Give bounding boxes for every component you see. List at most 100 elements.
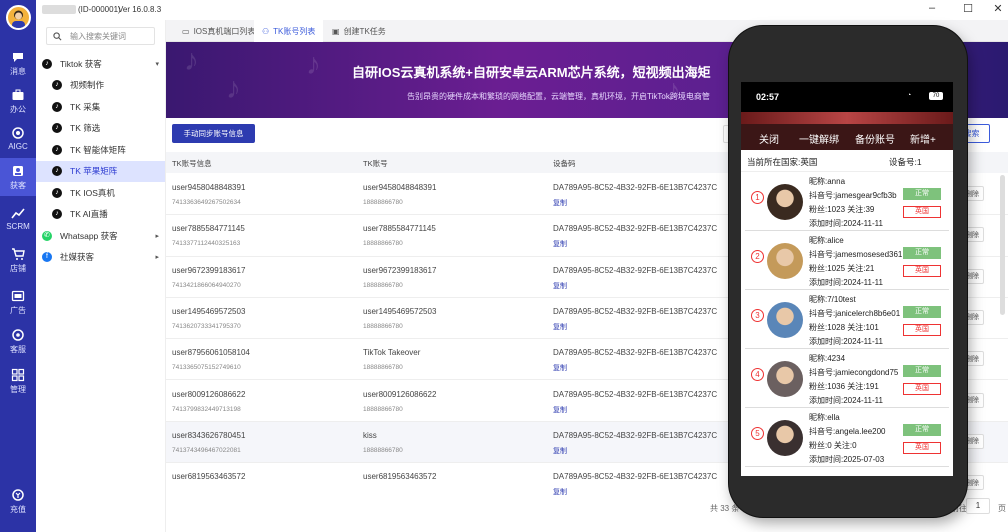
- menu-item-label: TK AI直播: [70, 209, 108, 220]
- status-badge: 正常: [903, 365, 941, 377]
- tab-create-task[interactable]: ▣ 创建TK任务: [324, 20, 394, 42]
- rail-item-scrm[interactable]: SCRM: [0, 200, 36, 238]
- minimize-icon[interactable]: –: [922, 2, 942, 14]
- rail-item-acquire[interactable]: 获客: [0, 158, 36, 196]
- phone-time: 02:57: [756, 92, 780, 102]
- menu-group-tiktok[interactable]: ♪ Tiktok 获客 ▾: [36, 53, 165, 75]
- tab-tk-accounts[interactable]: ⚇ TK账号列表: [254, 20, 324, 42]
- menu-group-whatsapp[interactable]: ✆ Whatsapp 获客 ▸: [36, 225, 165, 247]
- close-icon[interactable]: ✕: [988, 2, 1008, 15]
- row-uid: 7413365075152749610: [172, 364, 241, 372]
- phone-unbind-button[interactable]: 一键解绑: [799, 131, 839, 146]
- battery-level: 70: [929, 92, 943, 100]
- menu-item-label: 视频制作: [70, 80, 105, 91]
- menu-group-social[interactable]: f 社媒获客 ▸: [36, 247, 165, 269]
- rail-item-recharge[interactable]: 充值: [0, 482, 36, 520]
- rail-item-support[interactable]: 客服: [0, 322, 36, 360]
- country-tag[interactable]: 英国: [903, 206, 941, 218]
- country-tag[interactable]: 英国: [903, 383, 941, 395]
- menu-group-label: 社媒获客: [60, 252, 95, 263]
- copy-link[interactable]: 复制: [553, 322, 567, 332]
- follower-stats: 粉丝:1023 关注:39: [809, 205, 875, 214]
- copy-link[interactable]: 复制: [553, 446, 567, 456]
- phone-frame: 02:57 ◔ 70 关闭 一键解绑 备份账号 新增+ 当前所在国家:英国 设备…: [729, 26, 967, 517]
- row-uid: 7413363649267502634: [172, 199, 241, 206]
- maximize-icon[interactable]: ☐: [958, 2, 978, 15]
- phone-close-button[interactable]: 关闭: [759, 131, 779, 146]
- row-device: DA789A95-8C52-4B32-92FB-6E13B7C4237C: [553, 430, 718, 440]
- douyin-id: 抖音号:jamesmosesed361: [809, 250, 903, 259]
- phone-account-item[interactable]: 5 昵称:ella 抖音号:angela.lee200 粉丝:0 关注:0 添加时间:2…: [745, 408, 949, 467]
- chevron-right-icon: ▸: [155, 232, 159, 240]
- phone-add-button[interactable]: 新增+: [910, 131, 936, 146]
- menu-item-video[interactable]: ♪ 视频制作: [36, 75, 165, 97]
- country-tag[interactable]: 英国: [903, 324, 941, 336]
- menu-item-ai-live[interactable]: ♪ TK AI直播: [36, 204, 165, 226]
- added-time: 添加时间:2024-11-11: [809, 337, 883, 346]
- sync-accounts-button[interactable]: 手动同步账号信息: [172, 124, 255, 143]
- table-scrollbar[interactable]: [1000, 175, 1005, 315]
- phone-info-bar: 当前所在国家:英国 设备号:1: [741, 150, 953, 172]
- phone-nav: 关闭 一键解绑 备份账号 新增+: [741, 124, 953, 150]
- menu-search-input[interactable]: 输入搜索关键词: [46, 27, 155, 45]
- copy-link[interactable]: 复制: [553, 281, 567, 291]
- row-user: user1495469572503: [172, 306, 246, 316]
- tab-ios-ports[interactable]: ▭ IOS真机端口列表: [174, 20, 263, 42]
- tiktok-icon: ♪: [52, 166, 62, 177]
- menu-item-label: TK 智能体矩阵: [70, 144, 126, 155]
- row-device: DA789A95-8C52-4B32-92FB-6E13B7C4237C: [553, 306, 718, 316]
- row-uid: 7413377112440325163: [172, 240, 241, 248]
- country-tag[interactable]: 英国: [903, 442, 941, 454]
- phone-backup-button[interactable]: 备份账号: [855, 131, 895, 146]
- row-device: DA789A95-8C52-4B32-92FB-6E13B7C4237C: [553, 265, 718, 275]
- menu-item-agent-matrix[interactable]: ♪ TK 智能体矩阵: [36, 139, 165, 161]
- row-device: DA789A95-8C52-4B32-92FB-6E13B7C4237C: [553, 183, 718, 192]
- phone-screen: 02:57 ◔ 70 关闭 一键解绑 备份账号 新增+ 当前所在国家:英国 设备…: [741, 82, 953, 476]
- phone-account-item[interactable]: 2 昵称:alice 抖音号:jamesmosesed361 粉丝:1025 关注:2…: [745, 231, 949, 290]
- row-uid: 7413620733341795370: [172, 322, 241, 330]
- tiktok-icon: ♪: [52, 144, 62, 155]
- page-input[interactable]: 1: [966, 498, 990, 514]
- copy-link[interactable]: 复制: [553, 363, 567, 373]
- ai-chip-icon: [12, 127, 24, 139]
- wifi-icon: ◔: [907, 92, 912, 99]
- tiktok-icon: ♪: [52, 187, 62, 198]
- tiktok-icon: ♪: [42, 58, 52, 69]
- task-icon: ▣: [332, 26, 340, 36]
- tab-label: 创建TK任务: [343, 26, 386, 36]
- menu-item-filter[interactable]: ♪ TK 筛选: [36, 118, 165, 140]
- rail-item-aigc[interactable]: AIGC: [0, 120, 36, 158]
- phone-account-item[interactable]: 4 昵称:4234 抖音号:jamiecongdond75 粉丝:1036 关注:19…: [745, 349, 949, 408]
- rail-label: SCRM: [6, 222, 30, 231]
- phone-account-item[interactable]: 1 昵称:anna 抖音号:jamesgear9cfb3b 粉丝:1023 关注:39…: [745, 172, 949, 231]
- row-account: user8009126086622: [363, 389, 437, 399]
- search-icon: [53, 31, 62, 40]
- country-tag[interactable]: 英国: [903, 265, 941, 277]
- added-time: 添加时间:2024-11-11: [809, 278, 883, 287]
- status-badge: 正常: [903, 247, 941, 259]
- rail-item-manage[interactable]: 管理: [0, 362, 36, 400]
- rail-item-shop[interactable]: 店铺: [0, 241, 36, 279]
- menu-group-label: Tiktok 获客: [60, 58, 102, 69]
- tiktok-icon: ♪: [52, 101, 62, 112]
- phone-account-item[interactable]: 3 昵称:7/10test 抖音号:janicelerch8b6e01 粉丝:1028…: [745, 290, 949, 349]
- users-icon: ⚇: [262, 26, 270, 36]
- chevron-right-icon: ▸: [155, 254, 159, 262]
- follower-stats: 粉丝:0 关注:0: [809, 441, 857, 450]
- rail-item-ads[interactable]: 广告: [0, 283, 36, 321]
- rail-label: 充值: [10, 505, 26, 514]
- menu-item-ios-device[interactable]: ♪ TK IOS真机: [36, 182, 165, 204]
- column-header: TK账号信息: [172, 159, 212, 168]
- row-device: DA789A95-8C52-4B32-92FB-6E13B7C4237C: [553, 472, 718, 482]
- rail-label: AIGC: [8, 142, 28, 151]
- menu-item-collect[interactable]: ♪ TK 采集: [36, 96, 165, 118]
- copy-link[interactable]: 复制: [553, 405, 567, 415]
- copy-link[interactable]: 复制: [553, 239, 567, 249]
- copy-link[interactable]: 复制: [553, 198, 567, 208]
- rail-item-office[interactable]: 办公: [0, 82, 36, 120]
- menu-item-apple-matrix[interactable]: ♪ TK 苹果矩阵: [36, 160, 165, 182]
- row-account: user7885584771145: [363, 224, 436, 234]
- current-country: 当前所在国家:英国: [747, 157, 818, 167]
- rail-item-messages[interactable]: 消息: [0, 44, 36, 82]
- user-avatar[interactable]: [6, 5, 31, 30]
